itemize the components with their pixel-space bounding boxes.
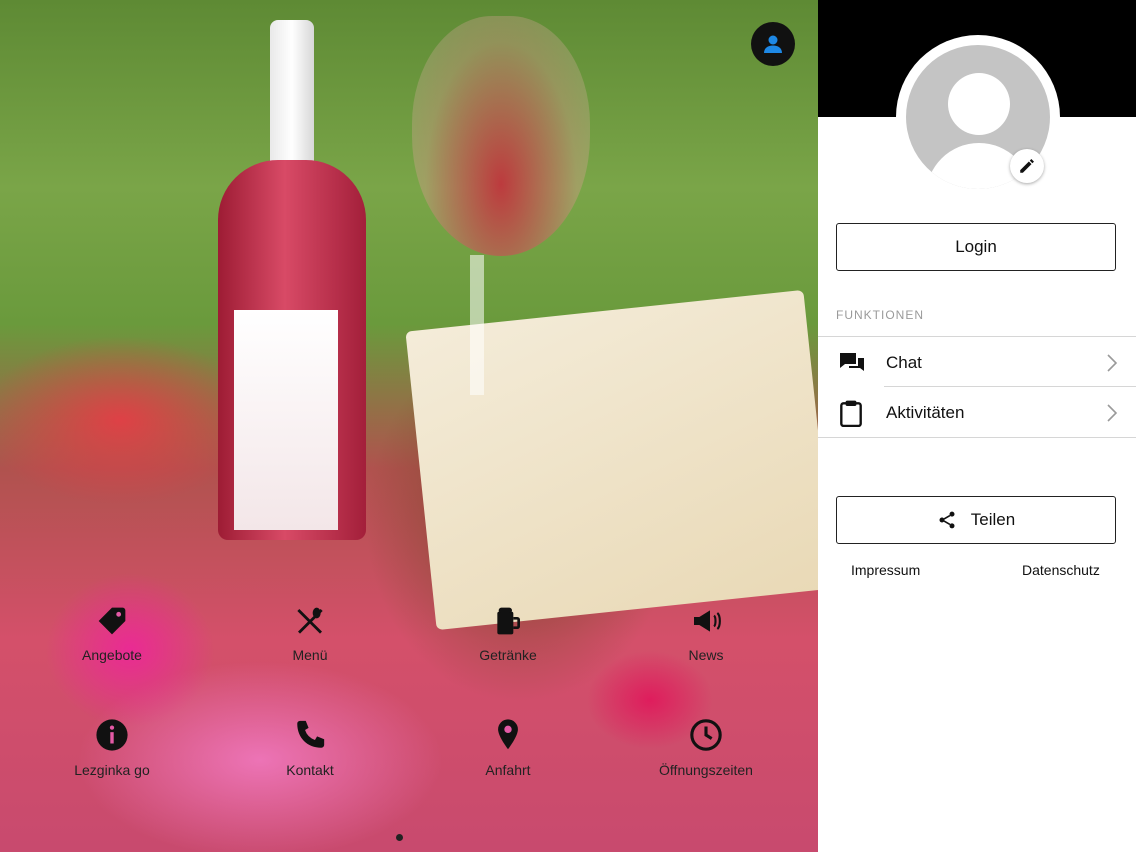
tile-getraenke[interactable]: Getränke	[428, 605, 588, 663]
user-profile-button[interactable]	[751, 22, 795, 66]
tile-angebote[interactable]: Angebote	[32, 605, 192, 663]
beer-mug-icon	[497, 607, 520, 635]
share-icon	[939, 511, 955, 529]
person-icon	[764, 35, 782, 53]
clock-icon	[690, 719, 722, 751]
sidebar-item-aktivitaeten[interactable]: Aktivitäten	[818, 388, 1136, 438]
book-decoration	[405, 289, 818, 631]
tile-oeffnungszeiten[interactable]: Öffnungszeiten	[626, 718, 786, 778]
tile-label: Angebote	[82, 647, 142, 663]
cutlery-icon	[297, 607, 323, 634]
sidebar-item-label: Chat	[886, 353, 922, 372]
sidebar-item-label: Aktivitäten	[886, 403, 965, 422]
login-label: Login	[955, 237, 997, 256]
impressum-link[interactable]: Impressum	[851, 562, 920, 578]
side-panel: Login FUNKTIONEN Chat Aktivitäten Teilen…	[818, 0, 1136, 852]
tag-icon	[98, 607, 126, 635]
megaphone-icon	[694, 610, 721, 632]
divider	[818, 336, 1136, 337]
login-button[interactable]: Login	[836, 223, 1116, 271]
section-title: FUNKTIONEN	[836, 308, 924, 322]
divider	[818, 437, 1136, 438]
tile-menue[interactable]: Menü	[230, 605, 390, 663]
tile-anfahrt[interactable]: Anfahrt	[428, 718, 588, 778]
tile-label: Kontakt	[286, 762, 334, 778]
tile-kontakt[interactable]: Kontakt	[230, 718, 390, 778]
chevron-right-icon	[1107, 354, 1118, 372]
tile-label: Getränke	[479, 647, 537, 663]
divider	[884, 386, 1136, 387]
tile-news[interactable]: News	[626, 605, 786, 663]
tile-lezginka-go[interactable]: Lezginka go	[32, 718, 192, 778]
tile-label: News	[688, 647, 724, 663]
chat-icon	[840, 353, 864, 371]
wine-glass-stem	[470, 255, 484, 395]
tile-label: Lezginka go	[74, 762, 150, 778]
edit-profile-button[interactable]	[1010, 149, 1044, 183]
pencil-icon	[1020, 159, 1034, 173]
tile-label: Öffnungszeiten	[659, 762, 753, 778]
tile-label: Menü	[292, 647, 328, 663]
share-button[interactable]: Teilen	[836, 496, 1116, 544]
page-indicator-dot[interactable]	[396, 834, 403, 841]
clipboard-icon	[840, 400, 862, 427]
sidebar-item-chat[interactable]: Chat	[818, 338, 1136, 388]
wine-bottle-decoration	[218, 20, 366, 540]
tile-label: Anfahrt	[485, 762, 531, 778]
info-icon	[96, 719, 128, 751]
datenschutz-link[interactable]: Datenschutz	[1022, 562, 1100, 578]
phone-icon	[297, 720, 325, 748]
map-pin-icon	[498, 719, 518, 750]
share-label: Teilen	[970, 510, 1016, 529]
wine-glass-decoration	[412, 16, 590, 256]
chevron-right-icon	[1107, 404, 1118, 422]
